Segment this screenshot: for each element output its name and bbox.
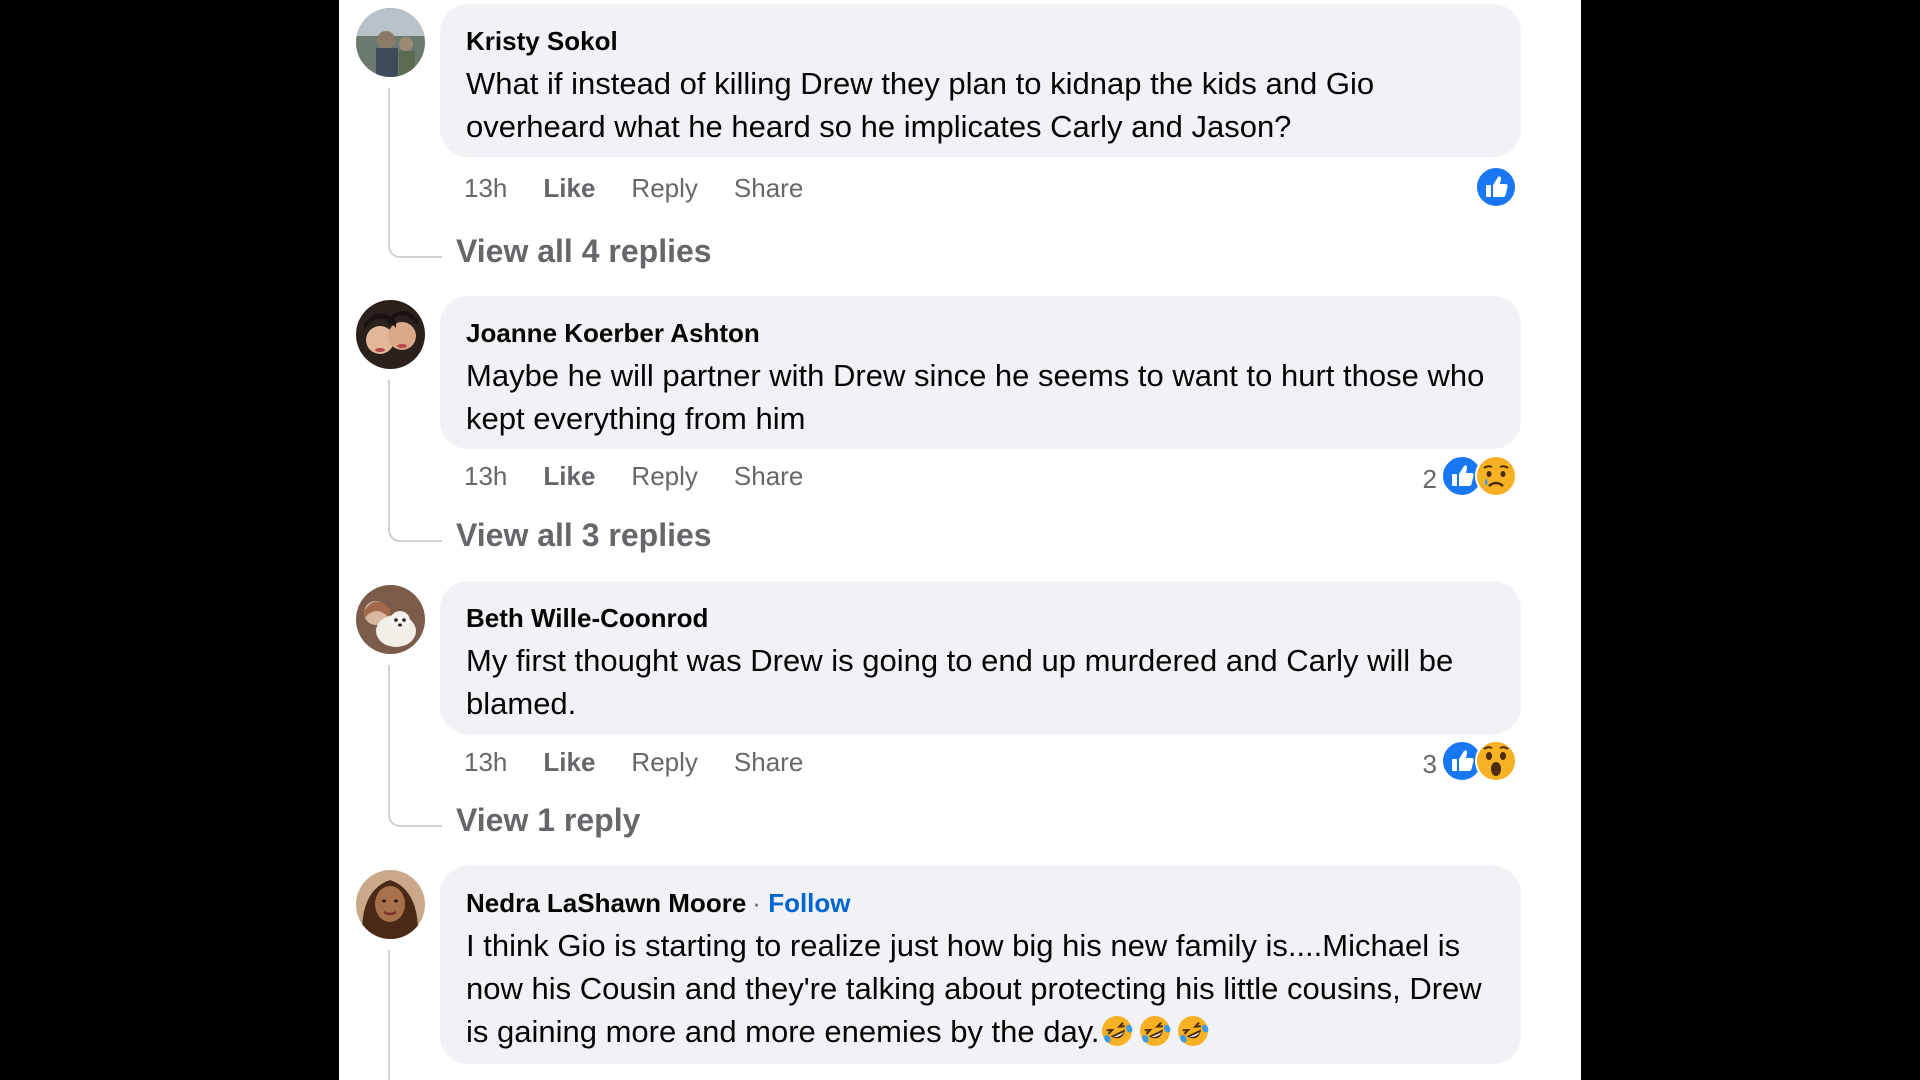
comment-time[interactable]: 13h xyxy=(464,173,507,204)
comment-actions: 13h Like Reply Share xyxy=(464,459,803,493)
reaction-summary[interactable]: 3 xyxy=(1423,739,1517,783)
wow-reaction-icon xyxy=(1475,740,1517,782)
reaction-count: 2 xyxy=(1422,463,1437,494)
comment-time[interactable]: 13h xyxy=(464,461,507,492)
comment-text: My first thought was Drew is going to en… xyxy=(466,643,1454,721)
comment-actions: 13h Like Reply Share xyxy=(464,745,803,779)
avatar[interactable] xyxy=(356,8,425,77)
like-reaction-icon xyxy=(1475,166,1517,208)
reply-connector xyxy=(388,799,442,827)
view-replies-link[interactable]: View 1 reply xyxy=(456,802,640,839)
reaction-summary[interactable] xyxy=(1475,165,1517,209)
rolling-laughing-emoji xyxy=(1177,1016,1208,1046)
comment-author[interactable]: Beth Wille-Coonrod xyxy=(466,601,1495,635)
comment-bubble: Beth Wille-Coonrod My first thought was … xyxy=(440,581,1521,734)
view-replies-link[interactable]: View all 3 replies xyxy=(456,517,712,554)
follow-button[interactable]: Follow xyxy=(768,888,850,918)
comment-text: Maybe he will partner with Drew since he… xyxy=(466,358,1485,436)
avatar[interactable] xyxy=(356,300,425,369)
reaction-count: 3 xyxy=(1422,748,1437,779)
comment-text-body: I think Gio is starting to realize just … xyxy=(466,928,1482,1049)
thread-line xyxy=(388,88,390,238)
comment-actions: 13h Like Reply Share xyxy=(464,171,803,205)
rolling-laughing-emoji xyxy=(1139,1016,1170,1046)
comment-author[interactable]: Joanne Koerber Ashton xyxy=(466,316,1495,350)
like-button[interactable]: Like xyxy=(543,747,595,778)
avatar[interactable] xyxy=(356,870,425,939)
like-button[interactable]: Like xyxy=(543,461,595,492)
comment-author[interactable]: Nedra LaShawn Moore xyxy=(466,888,746,918)
comment-text: I think Gio is starting to realize just … xyxy=(466,924,1495,1053)
follow-separator: · xyxy=(752,888,761,918)
reply-connector xyxy=(388,514,442,542)
reply-connector xyxy=(388,230,442,258)
thread-line xyxy=(388,665,390,805)
comment-author-row: Nedra LaShawn Moore · Follow xyxy=(466,886,1495,920)
thread-line xyxy=(388,380,390,520)
comment-bubble: Kristy Sokol What if instead of killing … xyxy=(440,4,1521,157)
emoji-group xyxy=(1100,1014,1210,1049)
comment-time[interactable]: 13h xyxy=(464,747,507,778)
sad-reaction-icon xyxy=(1475,455,1517,497)
reaction-summary[interactable]: 2 xyxy=(1423,454,1517,498)
comment-author[interactable]: Kristy Sokol xyxy=(466,24,1495,58)
share-button[interactable]: Share xyxy=(734,747,803,778)
share-button[interactable]: Share xyxy=(734,173,803,204)
comment-text: What if instead of killing Drew they pla… xyxy=(466,66,1375,144)
reply-button[interactable]: Reply xyxy=(631,173,697,204)
comment-bubble: Nedra LaShawn Moore · Follow I think Gio … xyxy=(440,866,1521,1064)
share-button[interactable]: Share xyxy=(734,461,803,492)
comments-panel: Kristy Sokol What if instead of killing … xyxy=(339,0,1581,1080)
view-replies-link[interactable]: View all 4 replies xyxy=(456,233,712,270)
reply-button[interactable]: Reply xyxy=(631,461,697,492)
like-button[interactable]: Like xyxy=(543,173,595,204)
avatar[interactable] xyxy=(356,585,425,654)
comment-bubble: Joanne Koerber Ashton Maybe he will part… xyxy=(440,296,1521,449)
reply-button[interactable]: Reply xyxy=(631,747,697,778)
thread-line xyxy=(388,950,390,1080)
rolling-laughing-emoji xyxy=(1101,1016,1132,1046)
